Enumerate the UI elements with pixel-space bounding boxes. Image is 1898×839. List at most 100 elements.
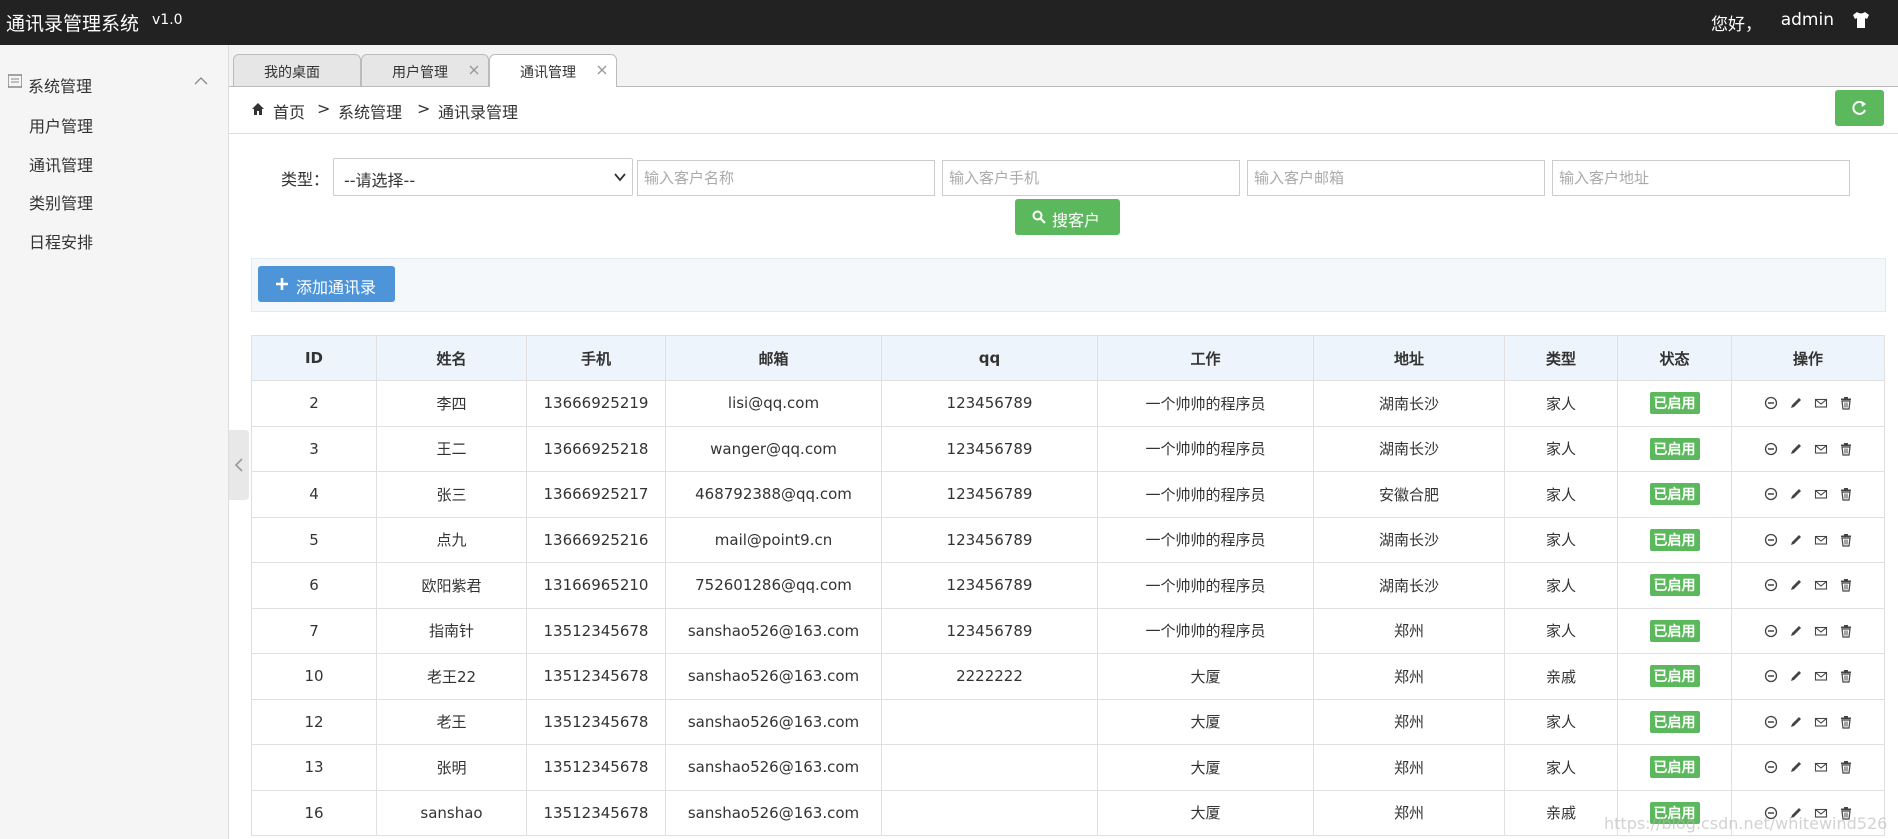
- cell-job: 一个帅帅的程序员: [1097, 471, 1314, 518]
- edit-icon[interactable]: [1789, 487, 1803, 501]
- sidebar-group-system[interactable]: 系统管理: [0, 65, 228, 101]
- mail-icon[interactable]: [1814, 578, 1828, 592]
- tab-desktop[interactable]: 我的桌面: [233, 54, 361, 86]
- disable-icon[interactable]: [1764, 533, 1778, 547]
- sidebar-collapse-handle[interactable]: [229, 430, 249, 500]
- watermark: https://blog.csdn.net/whitewind526: [1604, 814, 1888, 833]
- trash-icon[interactable]: [1839, 715, 1853, 729]
- sidebar-item-contacts[interactable]: 通讯管理: [29, 152, 93, 176]
- disable-icon[interactable]: [1764, 396, 1778, 410]
- cell-phone: 13666925219: [526, 380, 666, 427]
- cell-address: 郑州: [1313, 789, 1505, 836]
- table-row: 13 张明 13512345678 sanshao526@163.com 大厦 郑州 家人 已…: [251, 744, 1885, 791]
- disable-icon[interactable]: [1764, 760, 1778, 774]
- cell-job: 大厦: [1097, 698, 1314, 745]
- disable-icon[interactable]: [1764, 715, 1778, 729]
- trash-icon[interactable]: [1839, 487, 1853, 501]
- cell-qq: [881, 789, 1098, 836]
- trash-icon[interactable]: [1839, 669, 1853, 683]
- cell-type: 家人: [1504, 744, 1618, 791]
- edit-icon[interactable]: [1789, 669, 1803, 683]
- cell-phone: 13512345678: [526, 698, 666, 745]
- disable-icon[interactable]: [1764, 442, 1778, 456]
- refresh-button[interactable]: [1835, 90, 1884, 126]
- table-row: 7 指南针 13512345678 sanshao526@163.com 1234567…: [251, 607, 1885, 654]
- mail-icon[interactable]: [1814, 760, 1828, 774]
- cell-actions: [1731, 653, 1885, 700]
- cell-status: 已启用: [1617, 744, 1732, 791]
- edit-icon[interactable]: [1789, 624, 1803, 638]
- add-contact-button[interactable]: 添加通讯录: [258, 266, 395, 302]
- cell-type: 家人: [1504, 607, 1618, 654]
- edit-icon[interactable]: [1789, 578, 1803, 592]
- shirt-icon[interactable]: [1850, 9, 1872, 31]
- cell-email: sanshao526@163.com: [665, 698, 882, 745]
- trash-icon[interactable]: [1839, 624, 1853, 638]
- cell-qq: 2222222: [881, 653, 1098, 700]
- cell-qq: 123456789: [881, 425, 1098, 472]
- cell-name: 王二: [376, 425, 527, 472]
- cell-email: sanshao526@163.com: [665, 653, 882, 700]
- mail-icon[interactable]: [1814, 533, 1828, 547]
- disable-icon[interactable]: [1764, 624, 1778, 638]
- search-button[interactable]: 搜客户: [1015, 199, 1120, 235]
- cell-phone: 13166965210: [526, 562, 666, 609]
- user-menu[interactable]: admin: [1781, 10, 1834, 30]
- customer-address-input[interactable]: [1552, 160, 1850, 196]
- disable-icon[interactable]: [1764, 487, 1778, 501]
- close-icon[interactable]: [468, 64, 480, 76]
- cell-job: 大厦: [1097, 789, 1314, 836]
- cell-status: 已启用: [1617, 562, 1732, 609]
- trash-icon[interactable]: [1839, 533, 1853, 547]
- tab-contact-management[interactable]: 通讯管理: [489, 54, 617, 87]
- mail-icon[interactable]: [1814, 624, 1828, 638]
- edit-icon[interactable]: [1789, 442, 1803, 456]
- cell-name: 老王22: [376, 653, 527, 700]
- edit-icon[interactable]: [1789, 396, 1803, 410]
- sidebar-item-schedule[interactable]: 日程安排: [29, 229, 93, 253]
- edit-icon[interactable]: [1789, 533, 1803, 547]
- customer-email-input[interactable]: [1247, 160, 1545, 196]
- cell-phone: 13666925217: [526, 471, 666, 518]
- cell-job: 一个帅帅的程序员: [1097, 562, 1314, 609]
- mail-icon[interactable]: [1814, 715, 1828, 729]
- breadcrumb-home[interactable]: 首页: [273, 99, 305, 123]
- close-icon[interactable]: [596, 64, 608, 76]
- cell-status: 已启用: [1617, 471, 1732, 518]
- cell-name: 欧阳紫君: [376, 562, 527, 609]
- trash-icon[interactable]: [1839, 760, 1853, 774]
- type-label: 类型：: [281, 170, 330, 189]
- sidebar-item-categories[interactable]: 类别管理: [29, 190, 93, 214]
- tab-label: 通讯管理: [520, 65, 576, 81]
- trash-icon[interactable]: [1839, 396, 1853, 410]
- edit-icon[interactable]: [1789, 715, 1803, 729]
- trash-icon[interactable]: [1839, 442, 1853, 456]
- sidebar-item-users[interactable]: 用户管理: [29, 113, 93, 137]
- mail-icon[interactable]: [1814, 487, 1828, 501]
- trash-icon[interactable]: [1839, 578, 1853, 592]
- breadcrumb: 首页 > 系统管理 > 通讯录管理: [229, 87, 1898, 134]
- mail-icon[interactable]: [1814, 442, 1828, 456]
- cell-name: 点九: [376, 516, 527, 563]
- disable-icon[interactable]: [1764, 578, 1778, 592]
- toolbar-panel: [251, 258, 1886, 312]
- cell-name: 张三: [376, 471, 527, 518]
- customer-phone-input[interactable]: [942, 160, 1240, 196]
- cell-qq: 123456789: [881, 471, 1098, 518]
- customer-name-input[interactable]: [637, 160, 935, 196]
- cell-id: 13: [251, 744, 377, 791]
- disable-icon[interactable]: [1764, 669, 1778, 683]
- edit-icon[interactable]: [1789, 760, 1803, 774]
- cell-qq: 123456789: [881, 380, 1098, 427]
- app-title: 通讯录管理系统: [6, 13, 140, 35]
- mail-icon[interactable]: [1814, 396, 1828, 410]
- tab-user-management[interactable]: 用户管理: [361, 54, 489, 86]
- breadcrumb-system[interactable]: 系统管理: [338, 99, 402, 123]
- mail-icon[interactable]: [1814, 669, 1828, 683]
- contacts-table: ID 姓名 手机 邮箱 qq 工作 地址 类型 状态 操作 2 李四 1366692…: [251, 335, 1885, 836]
- type-select[interactable]: --请选择--: [333, 158, 633, 196]
- chevron-up-icon: [194, 77, 208, 85]
- cell-status: 已启用: [1617, 516, 1732, 563]
- cell-status: 已启用: [1617, 653, 1732, 700]
- cell-status: 已启用: [1617, 380, 1732, 427]
